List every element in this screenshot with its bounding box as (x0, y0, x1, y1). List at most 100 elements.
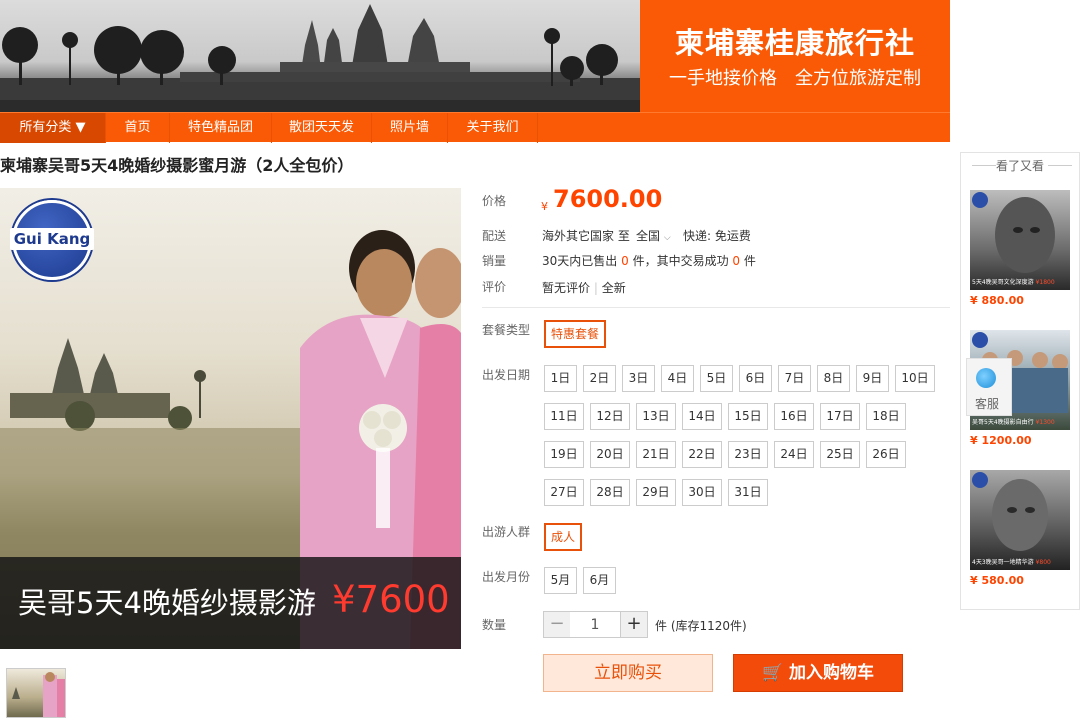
rating-separator: | (593, 281, 598, 295)
nav-photo-wall[interactable]: 照片墙 (372, 113, 448, 143)
sidebar-item-caption: 4天3晚吴哥一地精华游 ¥800 (970, 557, 1070, 566)
package-label: 套餐类型 (482, 323, 531, 337)
sales-suffix: 件 (743, 254, 756, 268)
detail-divider (482, 307, 950, 308)
chat-bubble-icon (976, 368, 996, 388)
delivery-from: 海外其它国家 至 (542, 229, 630, 243)
departure-date-option[interactable]: 20日 (590, 441, 630, 468)
departure-date-option[interactable]: 4日 (661, 365, 694, 392)
sidebar-item-price: ¥ 580.00 (970, 574, 1024, 587)
product-title: 柬埔寨吴哥5天4晚婚纱摄影蜜月游（2人全包价） (0, 156, 354, 175)
departure-date-option[interactable]: 28日 (590, 479, 630, 506)
price-label: 价格 (482, 194, 507, 208)
departure-date-option[interactable]: 12日 (590, 403, 630, 430)
sales-info: 30天内已售出 0 件，其中交易成功 0 件 (542, 252, 756, 269)
sidebar-item-caption-text: 吴哥5天4晚摄影自由行 (972, 419, 1034, 426)
angkor-wat-photo (0, 0, 640, 112)
sidebar-item-price: ¥ 880.00 (970, 294, 1024, 307)
cart-icon: 🛒 (761, 663, 784, 683)
add-to-cart-label: 加入购物车 (789, 663, 875, 683)
brand-title: 柬埔寨桂康旅行社 (674, 26, 915, 60)
nav-all-categories[interactable]: 所有分类 ▼ (0, 113, 106, 143)
month-option[interactable]: 5月 (544, 567, 577, 594)
price-value: 7600.00 (553, 185, 663, 213)
nav-about-us[interactable]: 关于我们 (448, 113, 538, 143)
image-caption-price: ¥7600 (332, 578, 450, 621)
sidebar-title: 看了又看 (995, 159, 1044, 173)
departure-date-option[interactable]: 25日 (820, 441, 860, 468)
departure-date-option[interactable]: 13日 (636, 403, 676, 430)
departure-date-option[interactable]: 26日 (866, 441, 906, 468)
departure-date-option[interactable]: 8日 (817, 365, 850, 392)
image-caption-text: 吴哥5天4晚婚纱摄影游 (18, 586, 316, 620)
crowd-label: 出游人群 (482, 525, 531, 539)
nav-featured-tours[interactable]: 特色精品团 (170, 113, 272, 143)
departure-date-option[interactable]: 22日 (682, 441, 722, 468)
sales-prefix: 30天内已售出 (542, 254, 618, 268)
rating-info: 暂无评价 | 全新 (542, 279, 626, 296)
nav-home[interactable]: 首页 (106, 113, 170, 143)
sidebar-item-caption: 5天4晚吴哥文化深度游 ¥1800 (970, 277, 1070, 286)
rating-value[interactable]: 暂无评价 (542, 281, 590, 295)
rating-new: 全新 (601, 281, 626, 295)
sidebar-item-caption-text: 4天3晚吴哥一地精华游 (972, 559, 1034, 566)
crowd-option-selected[interactable]: 成人 (544, 523, 583, 551)
rating-label: 评价 (482, 280, 507, 294)
delivery-destination-select[interactable]: 全国 ⌵ (636, 227, 671, 244)
departure-date-option[interactable]: 18日 (866, 403, 906, 430)
departure-date-option[interactable]: 1日 (544, 365, 577, 392)
brand-block: 柬埔寨桂康旅行社 一手地接价格 全方位旅游定制 (640, 0, 950, 112)
main-nav: 所有分类 ▼ 首页 特色精品团 散团天天发 照片墙 关于我们 (0, 112, 950, 143)
chevron-down-icon: ⌵ (663, 233, 671, 243)
buy-now-button[interactable]: 立即购买 (543, 654, 713, 692)
month-option[interactable]: 6月 (583, 567, 616, 594)
package-option-selected[interactable]: 特惠套餐 (544, 320, 607, 348)
sales-label: 销量 (482, 254, 507, 268)
customer-service-label: 客服 (975, 397, 1000, 411)
departure-date-option[interactable]: 10日 (895, 365, 935, 392)
departure-date-option[interactable]: 9日 (856, 365, 889, 392)
departure-date-label: 出发日期 (482, 368, 531, 382)
sidebar-item-image-1[interactable]: 5天4晚吴哥文化深度游 ¥1800 (970, 190, 1070, 290)
nav-daily-groups[interactable]: 散团天天发 (272, 113, 372, 143)
sidebar-item-caption-text: 5天4晚吴哥文化深度游 (972, 279, 1034, 286)
quantity-stock: 件 (库存1120件) (655, 619, 747, 633)
quantity-input[interactable] (570, 611, 620, 638)
sidebar-item-caption-price: ¥800 (1035, 559, 1051, 566)
price-currency: ¥ (541, 200, 548, 213)
departure-date-option[interactable]: 7日 (778, 365, 811, 392)
departure-date-option[interactable]: 30日 (682, 479, 722, 506)
departure-date-option[interactable]: 14日 (682, 403, 722, 430)
sidebar-item-caption-price: ¥1800 (1035, 279, 1055, 286)
departure-date-option[interactable]: 16日 (774, 403, 814, 430)
site-banner: 柬埔寨桂康旅行社 一手地接价格 全方位旅游定制 (0, 0, 950, 112)
quantity-decrease-button[interactable]: − (543, 611, 571, 638)
quantity-label: 数量 (482, 618, 507, 632)
quantity-increase-button[interactable]: + (620, 611, 648, 638)
brand-slogan: 一手地接价格 全方位旅游定制 (669, 68, 921, 89)
departure-date-option[interactable]: 5日 (700, 365, 733, 392)
sales-mid: 件，其中交易成功 (632, 254, 729, 268)
product-thumbnail[interactable] (6, 668, 66, 718)
departure-date-option[interactable]: 31日 (728, 479, 768, 506)
month-label: 出发月份 (482, 570, 531, 584)
sidebar-item-image-3[interactable]: 4天3晚吴哥一地精华游 ¥800 (970, 470, 1070, 570)
sidebar-item-caption-price: ¥1300 (1035, 419, 1055, 426)
departure-date-option[interactable]: 29日 (636, 479, 676, 506)
add-to-cart-button[interactable]: 🛒 加入购物车 (733, 654, 903, 692)
departure-date-option[interactable]: 11日 (544, 403, 584, 430)
departure-date-option[interactable]: 2日 (583, 365, 616, 392)
sales-success-count: 0 (732, 254, 741, 268)
departure-date-option[interactable]: 21日 (636, 441, 676, 468)
logo-text: Gui Kang (10, 228, 94, 250)
departure-date-option[interactable]: 24日 (774, 441, 814, 468)
departure-date-option[interactable]: 19日 (544, 441, 584, 468)
departure-date-option[interactable]: 6日 (739, 365, 772, 392)
sales-count: 0 (621, 254, 629, 268)
departure-date-option[interactable]: 23日 (728, 441, 768, 468)
departure-date-option[interactable]: 27日 (544, 479, 584, 506)
delivery-label: 配送 (482, 229, 507, 243)
departure-date-option[interactable]: 15日 (728, 403, 768, 430)
departure-date-option[interactable]: 3日 (622, 365, 655, 392)
departure-date-option[interactable]: 17日 (820, 403, 860, 430)
